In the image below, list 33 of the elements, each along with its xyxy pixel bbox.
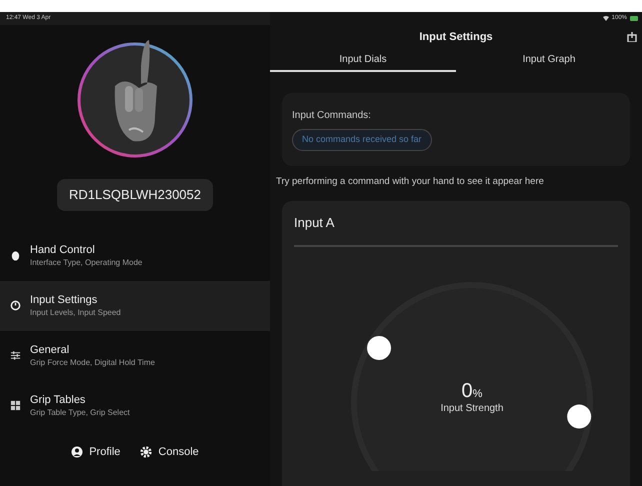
mouse-icon	[10, 250, 21, 261]
card-title: Input A	[294, 214, 334, 232]
item-title: Hand Control	[30, 244, 96, 256]
dial-icon	[10, 300, 21, 311]
battery-icon	[630, 16, 638, 21]
page-title: Input Settings	[419, 30, 493, 45]
item-title: Grip Tables	[30, 394, 86, 406]
wifi-icon	[602, 16, 609, 21]
grid-icon	[10, 400, 21, 411]
footer-link[interactable]: Console	[140, 444, 199, 460]
settings-icon	[140, 446, 152, 458]
sidebar-item[interactable]: Input Settings Input Levels, Input Speed	[0, 280, 270, 330]
commands-label: Input Commands:	[292, 109, 372, 123]
strength-caption: Input Strength	[440, 402, 504, 416]
sidebar-item[interactable]: Hand Control Interface Type, Operating Mode	[0, 230, 270, 280]
sliders-icon	[10, 350, 21, 361]
item-subtitle: Grip Force Mode, Digital Hold Time	[30, 356, 155, 368]
item-subtitle: Input Levels, Input Speed	[30, 306, 121, 318]
export-icon[interactable]	[627, 32, 637, 42]
strength-value: 0%	[462, 381, 482, 402]
commands-status: No commands received so far	[292, 129, 432, 150]
tab[interactable]: Input Dials	[270, 49, 456, 72]
sidebar-item[interactable]: Grip Tables Grip Table Type, Grip Select	[0, 380, 270, 430]
item-subtitle: Interface Type, Operating Mode	[30, 256, 142, 268]
user-icon	[71, 446, 84, 458]
footer-link[interactable]: Profile	[71, 444, 120, 460]
serial-number: RD1LSQBLWH230052	[57, 179, 213, 210]
item-title: Input Settings	[30, 294, 98, 306]
item-subtitle: Grip Table Type, Grip Select	[30, 406, 130, 418]
tab[interactable]: Input Graph	[456, 49, 642, 72]
sidebar-item[interactable]: General Grip Force Mode, Digital Hold Time	[0, 330, 270, 380]
item-title: General	[30, 344, 70, 356]
commands-hint: Try performing a command with your hand to see it appear here	[275, 175, 545, 189]
